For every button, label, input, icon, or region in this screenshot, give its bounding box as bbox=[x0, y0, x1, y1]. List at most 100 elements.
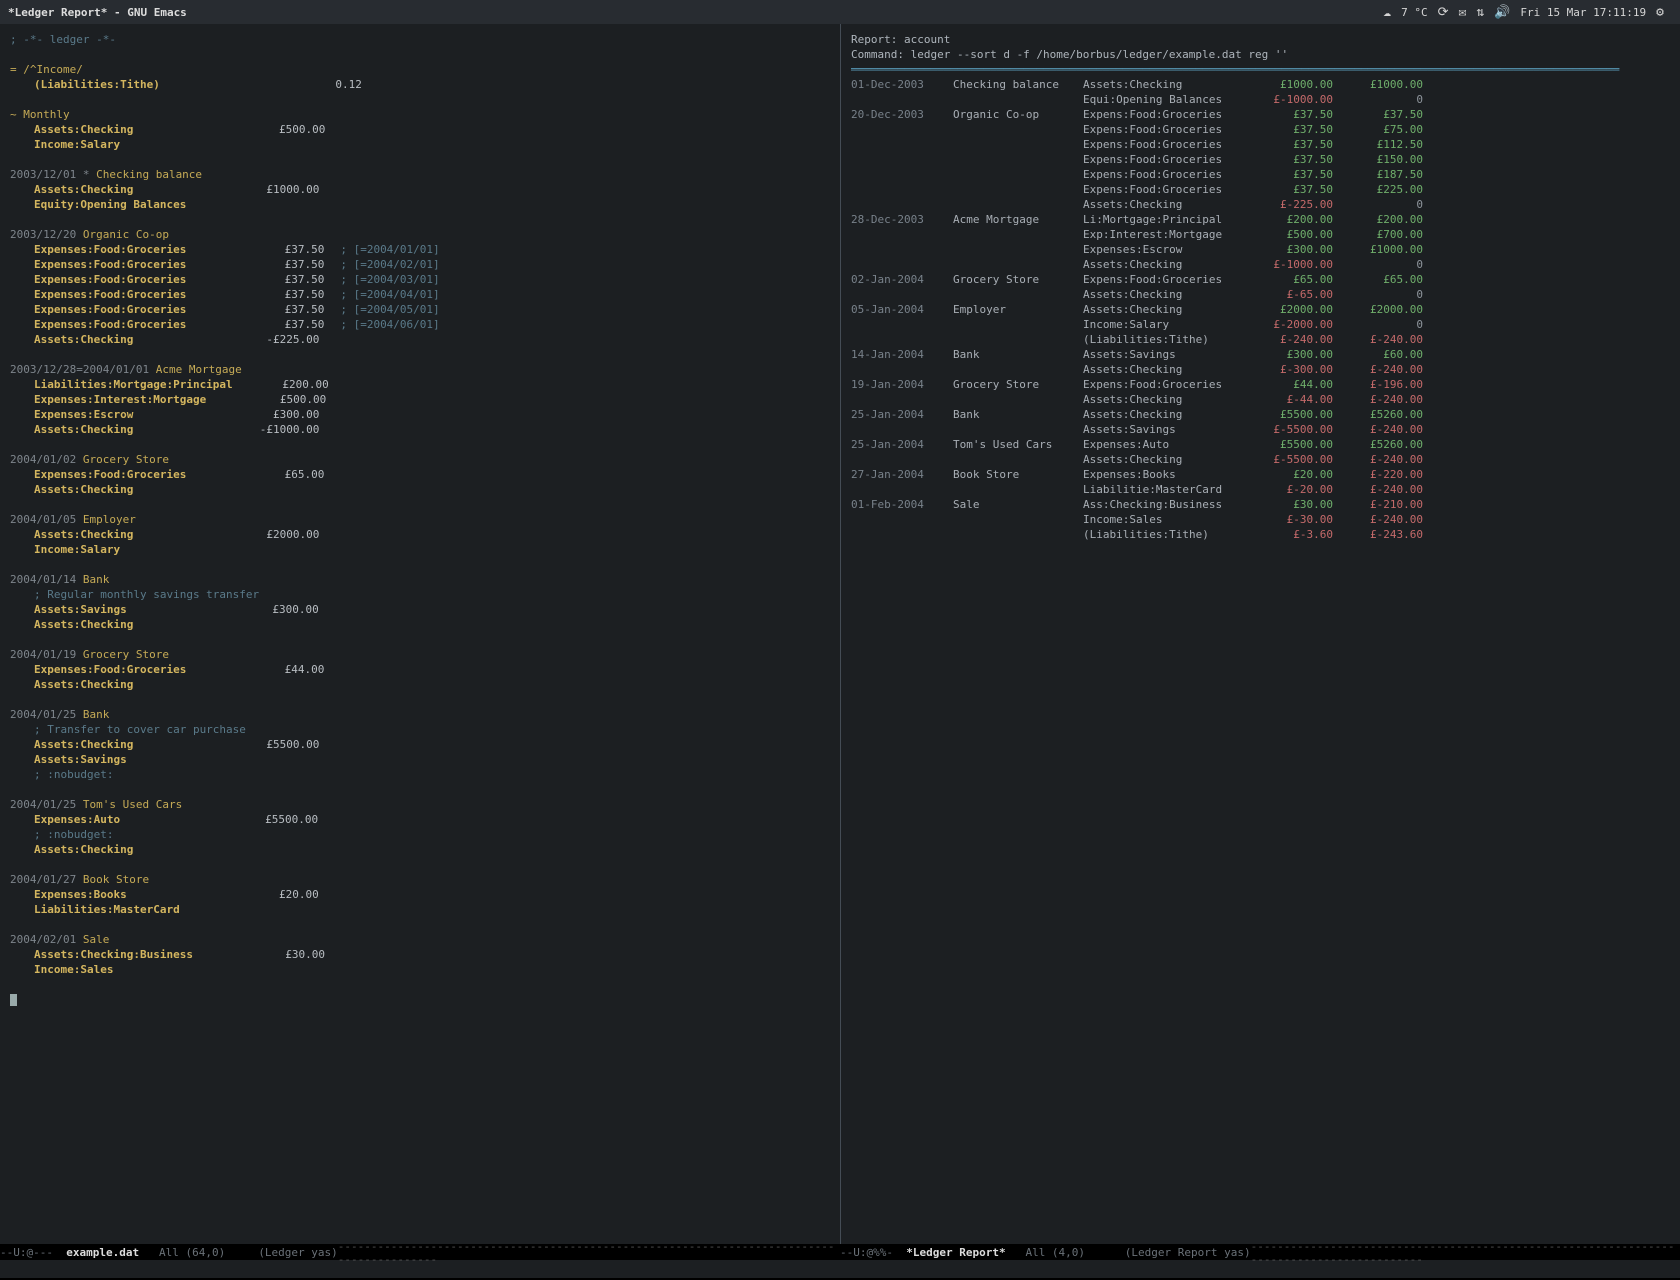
posting-row: Assets:Savings bbox=[10, 752, 830, 767]
txn-header: 2004/01/27 Book Store bbox=[10, 872, 830, 887]
mail-icon[interactable]: ✉ bbox=[1458, 5, 1466, 20]
report-title: Report: account bbox=[851, 32, 1670, 47]
report-row: Assets:Checking£-5500.00£-240.00 bbox=[851, 452, 1670, 467]
posting-row: Expenses:Food:Groceries£37.50; [=2004/04… bbox=[10, 287, 830, 302]
report-row: 05-Jan-2004EmployerAssets:Checking£2000.… bbox=[851, 302, 1670, 317]
report-row: 01-Dec-2003Checking balanceAssets:Checki… bbox=[851, 77, 1670, 92]
report-row: Assets:Savings£-5500.00£-240.00 bbox=[851, 422, 1670, 437]
report-row: 14-Jan-2004BankAssets:Savings£300.00£60.… bbox=[851, 347, 1670, 362]
ledger-report-buffer[interactable]: Report: account Command: ledger --sort d… bbox=[840, 24, 1680, 1244]
txn-header: 2004/01/02 Grocery Store bbox=[10, 452, 830, 467]
posting-row: Expenses:Food:Groceries£65.00 bbox=[10, 467, 830, 482]
posting-row: Expenses:Food:Groceries£44.00 bbox=[10, 662, 830, 677]
report-row: Assets:Checking£-65.000 bbox=[851, 287, 1670, 302]
posting-row: Expenses:Food:Groceries£37.50; [=2004/01… bbox=[10, 242, 830, 257]
report-row: 20-Dec-2003Organic Co-opExpens:Food:Groc… bbox=[851, 107, 1670, 122]
report-row: Expens:Food:Groceries£37.50£225.00 bbox=[851, 182, 1670, 197]
modeline-left: --U:@--- example.dat All (64,0) (Ledger … bbox=[0, 1244, 840, 1260]
major-mode: (Ledger yas) bbox=[258, 1246, 337, 1259]
report-row: Income:Salary£-2000.000 bbox=[851, 317, 1670, 332]
posting-row: Expenses:Escrow£300.00 bbox=[10, 407, 830, 422]
txn-header: 2004/01/25 Tom's Used Cars bbox=[10, 797, 830, 812]
text-cursor bbox=[10, 994, 17, 1006]
report-row: Assets:Checking£-300.00£-240.00 bbox=[851, 362, 1670, 377]
report-row: Assets:Checking£-44.00£-240.00 bbox=[851, 392, 1670, 407]
posting-row: Income:Sales bbox=[10, 962, 830, 977]
report-row: Expenses:Escrow£300.00£1000.00 bbox=[851, 242, 1670, 257]
posting-row: Assets:Checking bbox=[10, 617, 830, 632]
report-row: Expens:Food:Groceries£37.50£112.50 bbox=[851, 137, 1670, 152]
posting-row: ; :nobudget: bbox=[10, 767, 830, 782]
desktop-topbar: *Ledger Report* - GNU Emacs ☁ 7 °C ⟳ ✉ ⇅… bbox=[0, 0, 1680, 24]
report-row: 19-Jan-2004Grocery StoreExpens:Food:Groc… bbox=[851, 377, 1670, 392]
posting-row: ; :nobudget: bbox=[10, 827, 830, 842]
txn-header: 2003/12/20 Organic Co-op bbox=[10, 227, 830, 242]
posting-row: Income:Salary bbox=[10, 542, 830, 557]
report-row: Expens:Food:Groceries£37.50£75.00 bbox=[851, 122, 1670, 137]
posting-row: Assets:Checking bbox=[10, 482, 830, 497]
txn-header: 2004/01/05 Employer bbox=[10, 512, 830, 527]
system-tray: ☁ 7 °C ⟳ ✉ ⇅ 🔊 Fri 15 Mar 17:11:19 ⚙ bbox=[1383, 5, 1664, 20]
weather-icon: ☁ bbox=[1383, 5, 1391, 20]
report-row: 27-Jan-2004Book StoreExpenses:Books£20.0… bbox=[851, 467, 1670, 482]
report-row: 25-Jan-2004BankAssets:Checking£5500.00£5… bbox=[851, 407, 1670, 422]
network-icon[interactable]: ⇅ bbox=[1476, 5, 1484, 20]
txn-header: 2004/01/14 Bank bbox=[10, 572, 830, 587]
major-mode: (Ledger Report yas) bbox=[1125, 1246, 1251, 1259]
posting-row: Assets:Checking bbox=[10, 677, 830, 692]
txn-header: 2003/12/28=2004/01/01 Acme Mortgage bbox=[10, 362, 830, 377]
volume-icon[interactable]: 🔊 bbox=[1494, 5, 1510, 20]
mode-comment: ; -*- ledger -*- bbox=[10, 32, 830, 47]
emacs-frame: ; -*- ledger -*- = /^Income/ (Liabilitie… bbox=[0, 24, 1680, 1244]
auto-txn-header: = /^Income/ bbox=[10, 62, 830, 77]
posting-row: Expenses:Food:Groceries£37.50; [=2004/02… bbox=[10, 257, 830, 272]
txn-note: ; Regular monthly savings transfer bbox=[10, 587, 830, 602]
report-row: (Liabilities:Tithe)£-3.60£-243.60 bbox=[851, 527, 1670, 542]
periodic-posting: Income:Salary bbox=[10, 137, 830, 152]
posting-row: Expenses:Food:Groceries£37.50; [=2004/06… bbox=[10, 317, 830, 332]
posting-row: Assets:Checking£5500.00 bbox=[10, 737, 830, 752]
posting-row: Expenses:Interest:Mortgage£500.00 bbox=[10, 392, 830, 407]
report-separator: ════════════════════════════════════════… bbox=[851, 62, 1670, 77]
report-row: Expens:Food:Groceries£37.50£187.50 bbox=[851, 167, 1670, 182]
report-row: Expens:Food:Groceries£37.50£150.00 bbox=[851, 152, 1670, 167]
posting-row: Assets:Checking bbox=[10, 842, 830, 857]
posting-row: Expenses:Food:Groceries£37.50; [=2004/05… bbox=[10, 302, 830, 317]
posting-row: Assets:Checking£1000.00 bbox=[10, 182, 830, 197]
periodic-posting: Assets:Checking £500.00 bbox=[10, 122, 830, 137]
report-row: 25-Jan-2004Tom's Used CarsExpenses:Auto£… bbox=[851, 437, 1670, 452]
report-row: Liabilitie:MasterCard£-20.00£-240.00 bbox=[851, 482, 1670, 497]
txn-header: 2004/01/19 Grocery Store bbox=[10, 647, 830, 662]
clock-text: Fri 15 Mar 17:11:19 bbox=[1520, 6, 1646, 19]
report-row: Exp:Interest:Mortgage£500.00£700.00 bbox=[851, 227, 1670, 242]
periodic-header: ~ Monthly bbox=[10, 107, 830, 122]
txn-header: 2004/01/25 Bank bbox=[10, 707, 830, 722]
ledger-source-buffer[interactable]: ; -*- ledger -*- = /^Income/ (Liabilitie… bbox=[0, 24, 840, 1244]
posting-row: Equity:Opening Balances bbox=[10, 197, 830, 212]
posting-row: Assets:Checking-£225.00 bbox=[10, 332, 830, 347]
posting-row: Assets:Checking-£1000.00 bbox=[10, 422, 830, 437]
txn-header: 2003/12/01 * Checking balance bbox=[10, 167, 830, 182]
modeline-right: --U:@%%- *Ledger Report* All (4,0) (Ledg… bbox=[840, 1244, 1680, 1260]
buffer-name: *Ledger Report* bbox=[906, 1246, 1005, 1259]
posting-row: Liabilities:MasterCard bbox=[10, 902, 830, 917]
report-command: Command: ledger --sort d -f /home/borbus… bbox=[851, 47, 1670, 62]
posting-row: Expenses:Food:Groceries£37.50; [=2004/03… bbox=[10, 272, 830, 287]
report-row: 01-Feb-2004SaleAss:Checking:Business£30.… bbox=[851, 497, 1670, 512]
auto-txn-posting: (Liabilities:Tithe) 0.12 bbox=[10, 77, 830, 92]
posting-row: Assets:Checking:Business£30.00 bbox=[10, 947, 830, 962]
window-title: *Ledger Report* - GNU Emacs bbox=[8, 6, 187, 19]
report-row: Assets:Checking£-225.000 bbox=[851, 197, 1670, 212]
posting-row: Liabilities:Mortgage:Principal£200.00 bbox=[10, 377, 830, 392]
report-row: (Liabilities:Tithe)£-240.00£-240.00 bbox=[851, 332, 1670, 347]
settings-gear-icon[interactable]: ⚙ bbox=[1656, 5, 1664, 20]
refresh-icon[interactable]: ⟳ bbox=[1438, 5, 1449, 20]
report-row: Income:Sales£-30.00£-240.00 bbox=[851, 512, 1670, 527]
posting-row: Assets:Checking£2000.00 bbox=[10, 527, 830, 542]
report-row: 02-Jan-2004Grocery StoreExpens:Food:Groc… bbox=[851, 272, 1670, 287]
txn-header: 2004/02/01 Sale bbox=[10, 932, 830, 947]
posting-row: Expenses:Books£20.00 bbox=[10, 887, 830, 902]
weather-text: 7 °C bbox=[1401, 6, 1428, 19]
report-row: Assets:Checking£-1000.000 bbox=[851, 257, 1670, 272]
posting-row: Expenses:Auto£5500.00 bbox=[10, 812, 830, 827]
